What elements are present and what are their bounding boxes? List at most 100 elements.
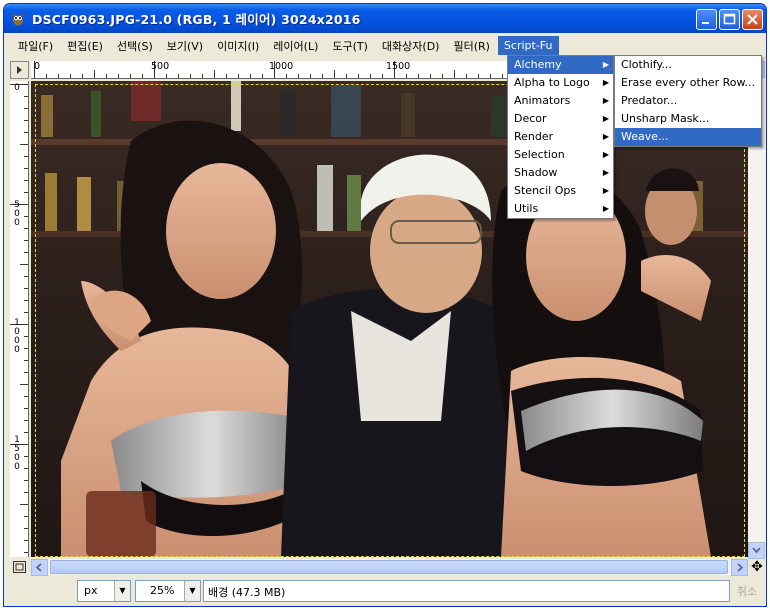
horizontal-scroll-thumb[interactable] (50, 560, 728, 574)
ruler-tick (24, 156, 28, 157)
ruler-tick (24, 456, 28, 457)
window-title: DSCF0963.JPG-21.0 (RGB, 1 레이어) 3024x2016 (32, 12, 361, 27)
ruler-tick (24, 276, 28, 277)
chevron-right-icon (737, 563, 744, 572)
menu-item-erase-every-other-row[interactable]: Erase every other Row... (615, 74, 761, 92)
menu-edit[interactable]: 편집(E) (61, 35, 109, 57)
ruler-tick (24, 180, 28, 181)
menu-layer[interactable]: 레이어(L) (267, 35, 324, 57)
ruler-tick (24, 300, 28, 301)
menu-item-alchemy[interactable]: Alchemy ▶ (508, 56, 613, 74)
menu-view[interactable]: 보기(V) (161, 35, 209, 57)
ruler-tick (24, 468, 28, 469)
status-bar: px ▼ 25% ▼ 배경 (47.3 MB) 취소 (4, 577, 766, 606)
minimize-button[interactable] (696, 9, 717, 30)
image-canvas[interactable] (31, 81, 748, 557)
ruler-tick (24, 216, 28, 217)
menu-item-predator[interactable]: Predator... (615, 92, 761, 110)
cancel-button[interactable]: 취소 (732, 580, 762, 602)
ruler-tick (226, 74, 227, 78)
chevron-down-icon[interactable]: ▼ (114, 581, 130, 601)
scroll-right-button[interactable] (731, 559, 748, 576)
ruler-tick (286, 74, 287, 78)
ruler-tick (430, 74, 431, 78)
triangle-right-icon (17, 66, 22, 74)
menu-file[interactable]: 파일(F) (12, 35, 59, 57)
menu-tools[interactable]: 도구(T) (326, 35, 374, 57)
unit-selector[interactable]: px ▼ (77, 580, 131, 602)
ruler-tick (24, 108, 28, 109)
menu-item-utils[interactable]: Utils ▶ (508, 200, 613, 218)
ruler-tick (24, 492, 28, 493)
navigate-button[interactable] (10, 559, 29, 575)
chevron-down-icon[interactable]: ▼ (184, 581, 200, 601)
ruler-tick (106, 74, 107, 78)
vruler-label-1000: 1000 (14, 318, 20, 355)
maximize-button[interactable] (719, 9, 740, 30)
title-bar[interactable]: DSCF0963.JPG-21.0 (RGB, 1 레이어) 3024x2016 (4, 4, 766, 33)
hruler-label-1500: 1500 (386, 61, 411, 72)
ruler-tick (24, 360, 28, 361)
ruler-tick (24, 372, 28, 373)
menu-dialogs[interactable]: 대화상자(D) (376, 35, 446, 57)
menu-select[interactable]: 선택(S) (111, 35, 159, 57)
ruler-tick (24, 552, 28, 553)
menu-toggle-button[interactable] (10, 61, 29, 79)
ruler-tick (82, 74, 83, 78)
ruler-tick (24, 516, 28, 517)
chevron-down-icon (752, 547, 761, 554)
ruler-tick (20, 144, 28, 145)
ruler-tick (24, 168, 28, 169)
menu-item-render[interactable]: Render ▶ (508, 128, 613, 146)
ruler-tick (322, 74, 323, 78)
horizontal-scrollbar[interactable] (31, 559, 748, 576)
ruler-tick (190, 74, 191, 78)
menu-item-shadow[interactable]: Shadow ▶ (508, 164, 613, 182)
ruler-tick (70, 74, 71, 78)
close-button[interactable] (742, 9, 763, 30)
menu-item-decor[interactable]: Decor ▶ (508, 110, 613, 128)
ruler-tick (24, 288, 28, 289)
menu-image[interactable]: 이미지(I) (211, 35, 265, 57)
menu-item-stencil-ops[interactable]: Stencil Ops ▶ (508, 182, 613, 200)
scroll-left-button[interactable] (31, 559, 48, 576)
ruler-tick (490, 74, 491, 78)
ruler-tick (24, 540, 28, 541)
ruler-tick (370, 74, 371, 78)
menu-item-weave[interactable]: Weave... (615, 128, 761, 146)
ruler-tick (298, 74, 299, 78)
menu-item-alpha-to-logo[interactable]: Alpha to Logo ▶ (508, 74, 613, 92)
hruler-label-0: 0 (34, 61, 41, 72)
ruler-tick (24, 336, 28, 337)
ruler-tick (24, 252, 28, 253)
ruler-tick (442, 74, 443, 78)
ruler-tick (382, 74, 383, 78)
submenu-arrow-icon: ▶ (602, 96, 609, 105)
vertical-ruler[interactable]: 0 500 1000 1500 (10, 81, 29, 557)
menu-item-clothify[interactable]: Clothify... (615, 56, 761, 74)
menu-item-unsharp-mask[interactable]: Unsharp Mask... (615, 110, 761, 128)
four-arrow-move-icon[interactable]: ✥ (749, 559, 765, 575)
ruler-tick (24, 420, 28, 421)
ruler-tick (24, 348, 28, 349)
menu-script-fu[interactable]: Script-Fu (497, 36, 559, 55)
ruler-tick (334, 70, 335, 78)
ruler-tick (20, 504, 28, 505)
menu-filters[interactable]: 필터(R) (447, 35, 495, 57)
ruler-tick (454, 70, 455, 78)
submenu-arrow-icon: ▶ (602, 78, 609, 87)
status-message: 배경 (47.3 MB) (203, 580, 730, 602)
submenu-arrow-icon: ▶ (602, 168, 609, 177)
submenu-arrow-icon: ▶ (602, 114, 609, 123)
ruler-tick (94, 70, 95, 78)
menu-item-selection[interactable]: Selection ▶ (508, 146, 613, 164)
ruler-tick (202, 74, 203, 78)
submenu-arrow-icon: ▶ (602, 60, 609, 69)
scroll-down-button[interactable] (748, 542, 765, 559)
menu-item-animators[interactable]: Animators ▶ (508, 92, 613, 110)
ruler-tick (24, 396, 28, 397)
zoom-selector[interactable]: 25% ▼ (135, 580, 201, 602)
ruler-tick (20, 384, 28, 385)
ruler-tick (262, 74, 263, 78)
hruler-label-1000: 1000 (269, 61, 294, 72)
